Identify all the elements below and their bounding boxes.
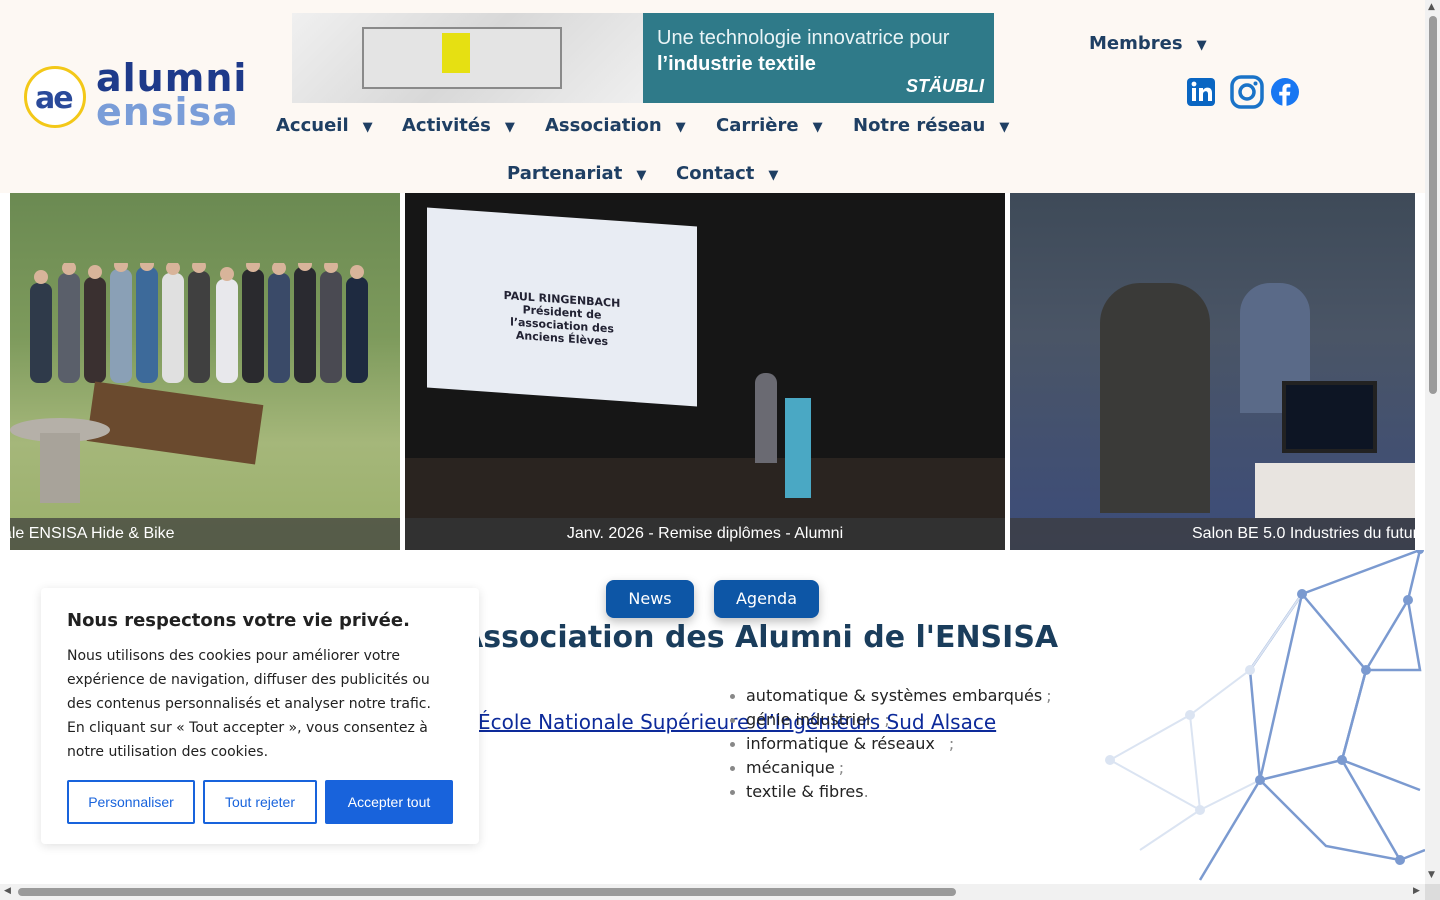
stage-floor xyxy=(405,458,1005,518)
chevron-down-icon: ▼ xyxy=(768,168,779,183)
site-header: ae alumni ensisa Une technologie innovat… xyxy=(0,0,1425,193)
agenda-tab-button[interactable]: Agenda xyxy=(714,580,819,618)
speaker xyxy=(755,373,777,463)
nav-membres[interactable]: Membres ▼ xyxy=(1089,33,1207,54)
booth-table xyxy=(1255,463,1415,518)
specialty-name: textile & fibres xyxy=(746,782,864,801)
ad-brand: STÄUBLI xyxy=(906,76,984,96)
specialty-name: informatique & réseaux xyxy=(746,734,935,753)
nav-contact[interactable]: Contact ▼ xyxy=(676,163,778,184)
customize-cookies-button[interactable]: Personnaliser xyxy=(67,780,195,824)
image-carousel[interactable]: Biennale ENSISA Hide & Bike PAUL RINGENB… xyxy=(10,193,1415,550)
specialty-sep: ; xyxy=(884,710,890,729)
specialties-list: automatique & systèmes embarqués; génie … xyxy=(728,684,1052,804)
screen-text: PAUL RINGENBACH Président de l’associati… xyxy=(503,288,621,349)
specialty-name: génie industriel xyxy=(746,710,871,729)
specialty-sep: ; xyxy=(838,758,845,777)
ad-banner-text-panel: Une technologie innovatrice pour l’indus… xyxy=(643,13,994,103)
network-decoration xyxy=(1090,546,1426,884)
nav-label: Association xyxy=(545,115,662,136)
projection-screen: PAUL RINGENBACH Président de l’associati… xyxy=(427,207,697,407)
horizontal-scroll-thumb[interactable] xyxy=(18,888,956,896)
facebook-icon[interactable] xyxy=(1270,77,1300,107)
cookie-title: Nous respectons votre vie privée. xyxy=(67,610,410,631)
logo-word-ensisa: ensisa xyxy=(96,90,239,134)
nav-label: Partenariat xyxy=(507,163,623,184)
slide-remise-diplomes[interactable]: PAUL RINGENBACH Président de l’associati… xyxy=(405,193,1005,550)
vertical-scroll-thumb[interactable] xyxy=(1429,16,1437,394)
specialty-name: automatique & systèmes embarqués xyxy=(746,686,1043,705)
specialty-sep: ; xyxy=(948,734,955,753)
nav-carriere[interactable]: Carrière ▼ xyxy=(716,115,823,136)
scrollbar-corner xyxy=(1425,884,1440,900)
chevron-down-icon: ▼ xyxy=(999,120,1010,135)
ad-line2: l’industrie textile xyxy=(657,53,816,75)
nav-label: Carrière xyxy=(716,115,799,136)
ad-banner[interactable]: Une technologie innovatrice pour l’indus… xyxy=(292,13,994,103)
scroll-right-icon[interactable]: ▶ xyxy=(1413,886,1420,896)
specialty-name: mécanique xyxy=(746,758,835,777)
linkedin-icon[interactable] xyxy=(1185,76,1217,108)
slide-caption: Biennale ENSISA Hide & Bike xyxy=(10,518,400,550)
list-item: textile & fibres. xyxy=(728,780,1052,804)
slide-caption: Salon BE 5.0 Industries du futur xyxy=(1010,518,1415,550)
logo-circle: ae xyxy=(24,66,86,128)
nav-partenariat[interactable]: Partenariat ▼ xyxy=(507,163,646,184)
list-item: informatique & réseaux; xyxy=(728,732,1052,756)
reject-all-cookies-button[interactable]: Tout rejeter xyxy=(203,780,317,824)
list-item: génie industriel; xyxy=(728,708,1052,732)
scroll-left-icon[interactable]: ◀ xyxy=(4,886,11,896)
ad-machine-accent xyxy=(442,33,470,73)
specialty-sep: . xyxy=(863,782,869,801)
lectern xyxy=(785,398,811,498)
nav-activites[interactable]: Activités ▼ xyxy=(402,115,515,136)
nav-label: Notre réseau xyxy=(853,115,986,136)
chevron-down-icon: ▼ xyxy=(362,120,373,135)
slide-caption: Janv. 2026 - Remise diplômes - Alumni xyxy=(405,518,1005,550)
nav-label: Contact xyxy=(676,163,755,184)
horizontal-scrollbar[interactable]: ◀ ▶ xyxy=(0,884,1425,900)
nav-notre-reseau[interactable]: Notre réseau ▼ xyxy=(853,115,1009,136)
nav-label: Accueil xyxy=(276,115,349,136)
ad-line1: Une technologie innovatrice pour xyxy=(657,27,950,49)
list-item: automatique & systèmes embarqués; xyxy=(728,684,1052,708)
chevron-down-icon: ▼ xyxy=(812,120,823,135)
chevron-down-icon: ▼ xyxy=(675,120,686,135)
site-logo[interactable]: ae alumni ensisa xyxy=(24,56,246,134)
stone-table-leg xyxy=(40,433,80,503)
list-item: mécanique; xyxy=(728,756,1052,780)
scroll-down-icon[interactable]: ▼ xyxy=(1428,870,1435,880)
group-photo-people xyxy=(20,257,390,383)
ad-banner-image xyxy=(292,13,643,103)
instagram-icon[interactable] xyxy=(1230,75,1264,109)
logo-mark: ae xyxy=(35,81,74,116)
vertical-scrollbar[interactable]: ▲ ▼ xyxy=(1425,0,1440,884)
visitor-figure xyxy=(1100,283,1210,513)
nav-accueil[interactable]: Accueil ▼ xyxy=(276,115,373,136)
chevron-down-icon: ▼ xyxy=(636,168,647,183)
wooden-bench xyxy=(86,381,264,465)
chevron-down-icon: ▼ xyxy=(504,120,515,135)
booth-monitor xyxy=(1282,381,1377,453)
specialty-sep: ; xyxy=(1046,686,1052,705)
chevron-down-icon: ▼ xyxy=(1196,38,1207,53)
slide-hike-bike[interactable]: Biennale ENSISA Hide & Bike xyxy=(10,193,400,550)
slide-salon-be[interactable]: Salon BE 5.0 Industries du futur xyxy=(1010,193,1415,550)
news-tab-button[interactable]: News xyxy=(606,580,694,618)
nav-membres-label: Membres xyxy=(1089,33,1183,54)
cookie-consent-banner: Nous respectons votre vie privée. Nous u… xyxy=(41,588,479,844)
page-title: Association des Alumni de l'ENSISA xyxy=(460,620,1059,655)
scroll-up-icon[interactable]: ▲ xyxy=(1428,2,1435,12)
nav-association[interactable]: Association ▼ xyxy=(545,115,686,136)
accept-all-cookies-button[interactable]: Accepter tout xyxy=(325,780,453,824)
nav-label: Activités xyxy=(402,115,491,136)
cookie-description: Nous utilisons des cookies pour améliore… xyxy=(67,648,431,760)
